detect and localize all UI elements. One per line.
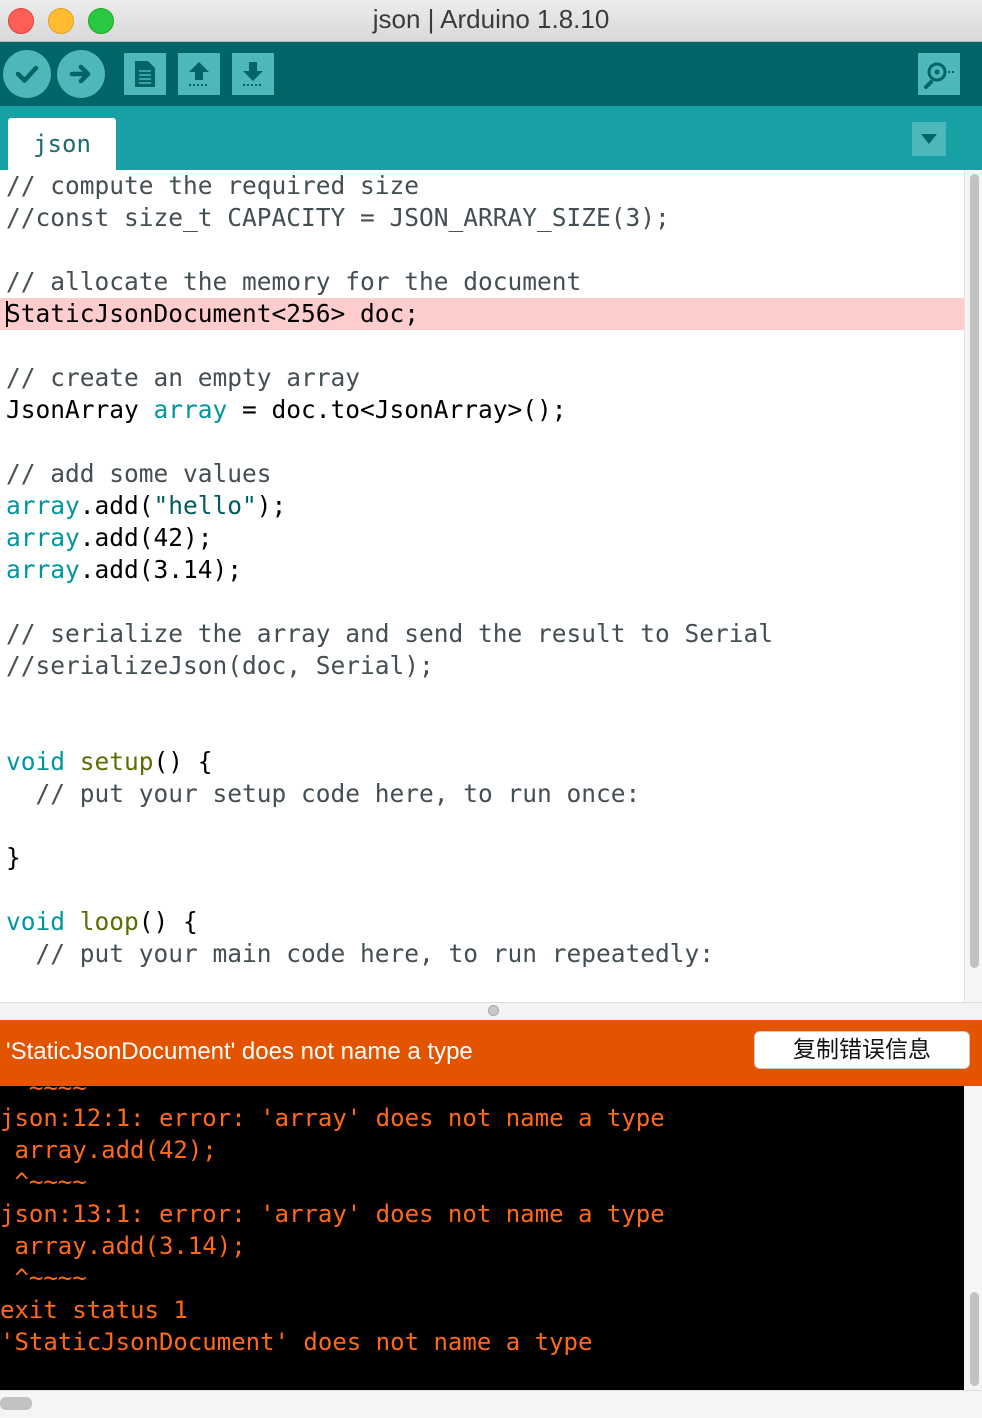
- serial-monitor-button[interactable]: [918, 53, 960, 95]
- verify-button[interactable]: [3, 50, 51, 98]
- code-line[interactable]: //const size_t CAPACITY = JSON_ARRAY_SIZ…: [6, 202, 670, 234]
- code-line[interactable]: // create an empty array: [6, 362, 360, 394]
- arrow-up-icon: [189, 62, 209, 86]
- toolbar: [0, 42, 982, 106]
- code-line[interactable]: array.add(3.14);: [6, 554, 242, 586]
- code-line[interactable]: // compute the required size: [6, 170, 419, 202]
- code-line[interactable]: // put your setup code here, to run once…: [6, 778, 641, 810]
- tab-menu-button[interactable]: [912, 122, 946, 156]
- save-sketch-button[interactable]: [232, 53, 274, 95]
- console-horizontal-scrollbar-thumb[interactable]: [0, 1397, 32, 1410]
- title-bar: json | Arduino 1.8.10: [0, 0, 982, 42]
- window-title: json | Arduino 1.8.10: [372, 4, 610, 34]
- console-horizontal-scrollbar[interactable]: [0, 1390, 982, 1418]
- code-line[interactable]: JsonArray array = doc.to<JsonArray>();: [6, 394, 567, 426]
- code-line[interactable]: // put your main code here, to run repea…: [6, 938, 715, 970]
- new-sketch-button[interactable]: [124, 53, 166, 95]
- console-line: array.add(42);: [0, 1136, 217, 1164]
- magnifier-icon: [924, 62, 954, 89]
- arrow-right-icon: [69, 64, 91, 84]
- tab-bar: json: [0, 106, 982, 170]
- console-line: array.add(3.14);: [0, 1232, 246, 1260]
- code-line[interactable]: // add some values: [6, 458, 272, 490]
- code-editor[interactable]: // compute the required size//const size…: [0, 170, 982, 1002]
- tab-json[interactable]: json: [8, 118, 116, 170]
- editor-scrollbar-thumb[interactable]: [970, 174, 979, 968]
- arduino-ide-window: json | Arduino 1.8.10 json // compute th…: [0, 0, 982, 1418]
- check-icon: [15, 65, 39, 83]
- text-caret: [6, 301, 8, 327]
- upload-button[interactable]: [57, 50, 105, 98]
- console-line: ^~~~~: [0, 1264, 87, 1292]
- code-line[interactable]: array.add("hello");: [6, 490, 286, 522]
- console-line: ^~~~~: [0, 1168, 87, 1196]
- console-line: 'StaticJsonDocument' does not name a typ…: [0, 1328, 593, 1356]
- console-line: json:13:1: error: 'array' does not name …: [0, 1200, 665, 1228]
- code-line[interactable]: // serialize the array and send the resu…: [6, 618, 773, 650]
- status-message: 'StaticJsonDocument' does not name a typ…: [6, 1038, 473, 1065]
- triangle-down-icon: [921, 134, 937, 144]
- code-line[interactable]: }: [6, 842, 21, 874]
- console-line: json:12:1: error: 'array' does not name …: [0, 1104, 665, 1132]
- code-line[interactable]: void setup() {: [6, 746, 213, 778]
- console-scrollbar-thumb[interactable]: [970, 1292, 979, 1386]
- console-line: exit status 1: [0, 1296, 188, 1324]
- code-line[interactable]: // allocate the memory for the document: [6, 266, 581, 298]
- arrow-down-icon: [243, 62, 263, 86]
- open-sketch-button[interactable]: [178, 53, 220, 95]
- code-line[interactable]: //serializeJson(doc, Serial);: [6, 650, 434, 682]
- copy-error-messages-button[interactable]: 复制错误信息: [754, 1031, 970, 1069]
- divider-handle[interactable]: [488, 1005, 499, 1016]
- console-output[interactable]: ^~~~~ json:12:1: error: 'array' does not …: [0, 1086, 964, 1390]
- new-file-icon: [135, 61, 155, 87]
- code-line[interactable]: void loop() {: [6, 906, 198, 938]
- code-line[interactable]: StaticJsonDocument<256> doc;: [6, 298, 419, 330]
- code-line[interactable]: array.add(42);: [6, 522, 213, 554]
